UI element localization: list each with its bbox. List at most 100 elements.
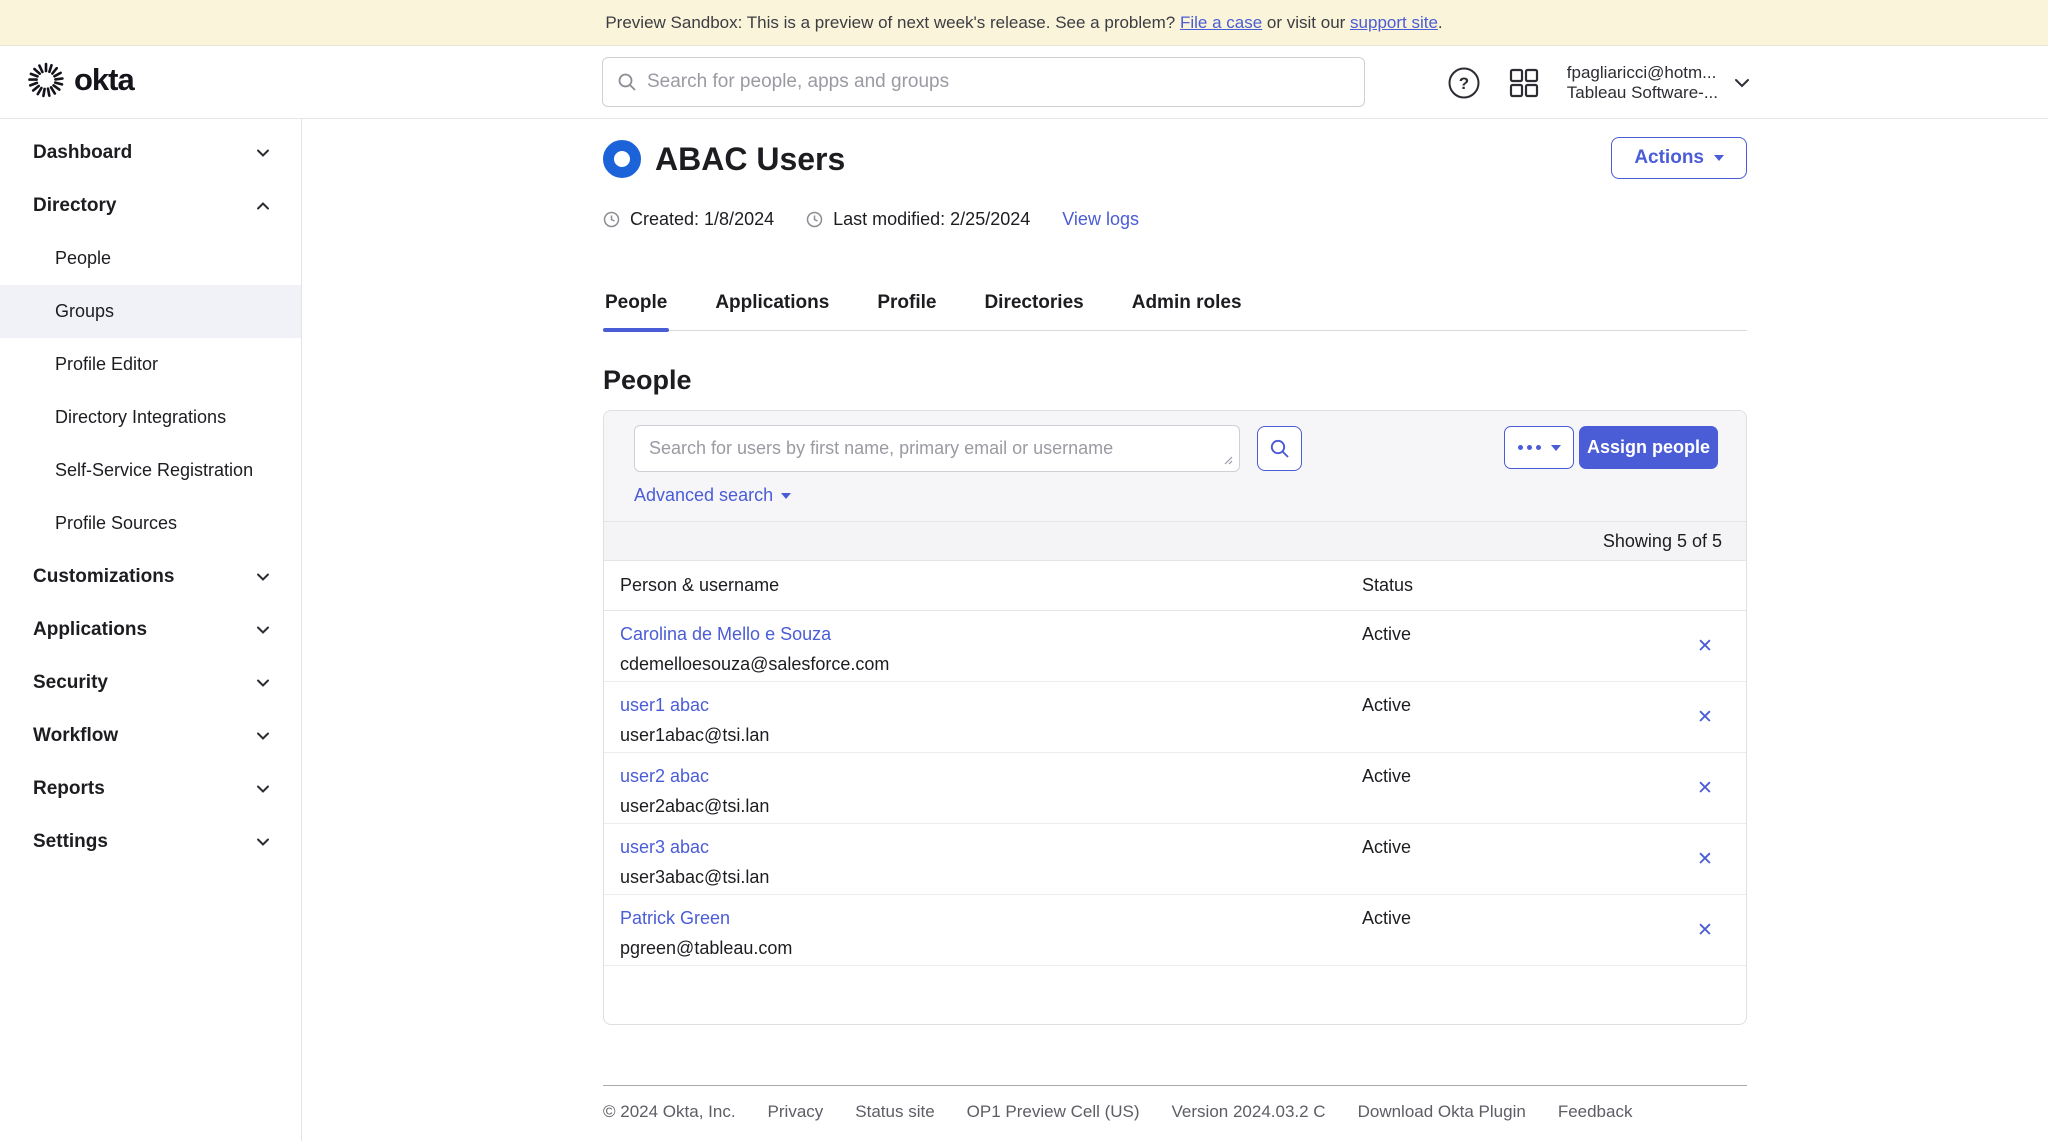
banner-text: Preview Sandbox: This is a preview of ne… xyxy=(605,12,1180,32)
user-search-input[interactable] xyxy=(634,425,1240,472)
tab-profile[interactable]: Profile xyxy=(875,292,938,330)
view-logs-link[interactable]: View logs xyxy=(1062,209,1139,230)
chevron-down-icon xyxy=(256,625,270,634)
okta-admin-page: Preview Sandbox: This is a preview of ne… xyxy=(0,0,2048,1141)
page-title: ABAC Users xyxy=(655,140,846,177)
status-site-link[interactable]: Status site xyxy=(855,1102,934,1122)
ellipsis-icon xyxy=(1517,445,1541,450)
sidebar-item-label: Profile Editor xyxy=(55,354,159,374)
remove-user-button[interactable]: ✕ xyxy=(1690,915,1720,945)
sidebar-item-label: Groups xyxy=(55,301,115,321)
status-badge: Active xyxy=(1362,766,1412,786)
sidebar-item-label: Directory Integrations xyxy=(55,407,227,427)
chevron-down-icon xyxy=(256,148,270,157)
remove-user-button[interactable]: ✕ xyxy=(1690,631,1720,661)
okta-logo: okta xyxy=(28,62,135,98)
remove-user-button[interactable]: ✕ xyxy=(1690,773,1720,803)
clock-icon xyxy=(603,211,620,228)
download-plugin-link[interactable]: Download Okta Plugin xyxy=(1358,1102,1526,1122)
global-search xyxy=(602,57,1365,107)
user-search-button[interactable] xyxy=(1257,426,1302,471)
status-badge: Active xyxy=(1362,624,1412,644)
app-switcher-icon[interactable] xyxy=(1507,66,1541,100)
clock-icon xyxy=(806,211,823,228)
top-header: okta ? xyxy=(0,46,2048,119)
sidebar-item-directory[interactable]: Directory xyxy=(0,179,301,232)
sidebar-item-label: Reports xyxy=(33,777,105,799)
tab-admin-roles[interactable]: Admin roles xyxy=(1130,292,1244,330)
file-a-case-link[interactable]: File a case xyxy=(1180,13,1262,33)
user-username: user1abac@tsi.lan xyxy=(620,725,770,745)
sidebar-item-label: Applications xyxy=(33,618,148,640)
account-org: Tableau Software-... xyxy=(1566,82,1718,102)
user-name-link[interactable]: user1 abac xyxy=(620,695,1362,716)
remove-user-button[interactable]: ✕ xyxy=(1690,702,1720,732)
table-row: Patrick Green pgreen@tableau.com Active … xyxy=(604,895,1746,966)
user-username: pgreen@tableau.com xyxy=(620,938,793,958)
global-search-input[interactable] xyxy=(647,71,1350,93)
remove-user-button[interactable]: ✕ xyxy=(1690,844,1720,874)
advanced-search-link[interactable]: Advanced search xyxy=(634,485,792,506)
sidebar-item-label: People xyxy=(55,248,112,268)
actions-button[interactable]: Actions xyxy=(1611,137,1747,179)
page-footer: © 2024 Okta, Inc. Privacy Status site OP… xyxy=(603,1085,1747,1122)
main-area: ABAC Users Actions Created: 1/8/2024 Las… xyxy=(302,119,2048,1141)
sidebar-item-self-service-registration[interactable]: Self-Service Registration xyxy=(0,444,301,497)
sidebar-item-people[interactable]: People xyxy=(0,232,301,285)
column-person-username: Person & username xyxy=(620,575,780,595)
chevron-down-icon xyxy=(1734,78,1750,88)
more-options-button[interactable] xyxy=(1504,426,1574,469)
sidebar-item-security[interactable]: Security xyxy=(0,656,301,709)
banner-text-middle: or visit our xyxy=(1262,12,1351,32)
sidebar-item-label: Self-Service Registration xyxy=(55,460,254,480)
status-badge: Active xyxy=(1362,908,1412,928)
chevron-down-icon xyxy=(256,678,270,687)
table-header: Person & username Status xyxy=(604,561,1746,611)
help-icon[interactable]: ? xyxy=(1447,66,1481,100)
user-name-link[interactable]: Patrick Green xyxy=(620,908,1362,929)
sidebar-item-applications[interactable]: Applications xyxy=(0,603,301,656)
sidebar-item-customizations[interactable]: Customizations xyxy=(0,550,301,603)
banner-text-end: . xyxy=(1437,12,1443,32)
sidebar-item-directory-integrations[interactable]: Directory Integrations xyxy=(0,391,301,444)
assign-people-button[interactable]: Assign people xyxy=(1579,426,1718,469)
caret-down-icon xyxy=(781,492,792,499)
svg-text:?: ? xyxy=(1459,74,1469,93)
tab-applications[interactable]: Applications xyxy=(713,292,831,330)
chevron-down-icon xyxy=(256,572,270,581)
support-site-link[interactable]: support site xyxy=(1350,13,1438,33)
sidebar-item-profile-sources[interactable]: Profile Sources xyxy=(0,497,301,550)
tab-people[interactable]: People xyxy=(603,292,670,332)
table-row: user2 abac user2abac@tsi.lan Active ✕ xyxy=(604,753,1746,824)
sidebar-item-groups[interactable]: Groups xyxy=(0,285,301,338)
sidebar-item-label: Profile Sources xyxy=(55,513,178,533)
sidebar-item-label: Settings xyxy=(33,830,108,852)
sidebar-item-label: Customizations xyxy=(33,565,175,587)
user-name-link[interactable]: user2 abac xyxy=(620,766,1362,787)
people-panel: Advanced search Assign people Showing 5 … xyxy=(603,410,1747,1025)
sidebar-item-settings[interactable]: Settings xyxy=(0,815,301,868)
table-row: user1 abac user1abac@tsi.lan Active ✕ xyxy=(604,682,1746,753)
table-empty-footer xyxy=(604,966,1746,1024)
copyright-text: © 2024 Okta, Inc. xyxy=(603,1102,736,1121)
user-name-link[interactable]: user3 abac xyxy=(620,837,1362,858)
people-heading: People xyxy=(603,365,692,395)
user-username: user2abac@tsi.lan xyxy=(620,796,770,816)
account-menu[interactable]: fpagliaricci@hotm... Tableau Software-..… xyxy=(1567,63,1750,103)
advanced-search-label: Advanced search xyxy=(634,485,774,505)
sidebar-item-reports[interactable]: Reports xyxy=(0,762,301,815)
caret-down-icon xyxy=(1714,155,1724,161)
tab-directories[interactable]: Directories xyxy=(982,292,1085,330)
sidebar-item-workflow[interactable]: Workflow xyxy=(0,709,301,762)
chevron-down-icon xyxy=(256,731,270,740)
sidebar-item-profile-editor[interactable]: Profile Editor xyxy=(0,338,301,391)
created-date: Created: 1/8/2024 xyxy=(630,209,775,229)
sidebar-item-label: Dashboard xyxy=(33,141,133,163)
feedback-link[interactable]: Feedback xyxy=(1558,1102,1633,1122)
sidebar-item-dashboard[interactable]: Dashboard xyxy=(0,126,301,179)
user-username: cdemelloesouza@salesforce.com xyxy=(620,654,890,674)
user-name-link[interactable]: Carolina de Mello e Souza xyxy=(620,624,1362,645)
chevron-down-icon xyxy=(256,784,270,793)
okta-wordmark: okta xyxy=(74,62,135,97)
privacy-link[interactable]: Privacy xyxy=(768,1102,824,1122)
